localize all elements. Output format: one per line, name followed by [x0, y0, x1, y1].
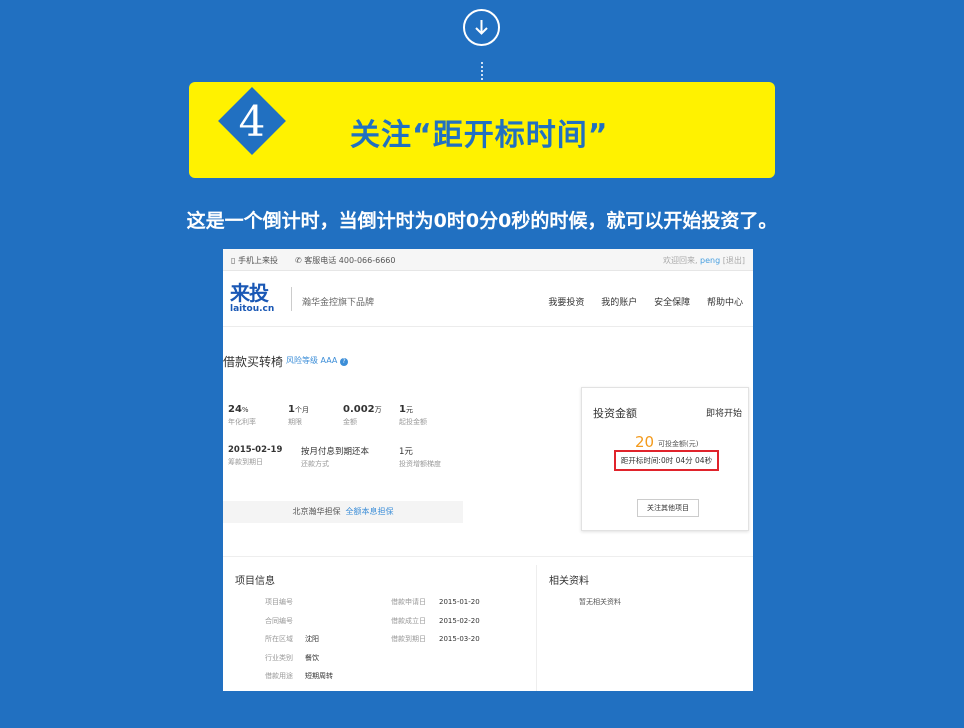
metric-value: 按月付息到期还本: [301, 447, 370, 457]
phone-icon: ▯: [231, 256, 238, 265]
instruction-text: 这是一个倒计时，当倒计时为0时0分0秒的时候，就可以开始投资了。: [186, 210, 778, 232]
metric-label: 起投金额: [399, 418, 427, 426]
project-info-panel: 项目信息 相关资料 暂无相关资料 项目编号 合同编号 所在区域 沈阳 行业类别 餐饮…: [223, 556, 753, 691]
logo[interactable]: 来投 laitou.cn: [230, 282, 290, 314]
field-project-no: 项目编号: [265, 597, 305, 607]
slogan: 瀚华金控旗下品牌: [302, 298, 375, 308]
metric-label: 投资增额梯度: [399, 460, 441, 468]
metric-label: 金额: [343, 418, 357, 426]
guarantee-type[interactable]: 全额本息担保: [346, 507, 394, 516]
field-establish-date: 借款成立日 2015-02-20: [391, 616, 480, 626]
arrow-down-icon: [475, 20, 488, 35]
invest-box: 投资金额 即将开始 20 可投金额(元) 距开标时间:0时 04分 04秒 关注…: [581, 387, 749, 531]
metric-increment: 1元 投资增额梯度: [399, 445, 441, 469]
metric-value: 1: [399, 404, 406, 415]
logo-divider: [291, 287, 292, 311]
countdown-timer: 距开标时间:0时 04分 04秒: [614, 450, 719, 471]
metric-value: 1: [288, 404, 295, 415]
metric-unit: 元: [405, 406, 413, 414]
metric-term: 1个月 期限: [288, 404, 309, 427]
hotline-label: 客服电话 400-066-6660: [304, 256, 396, 265]
main-nav: 我要投资 我的账户 安全保障 帮助中心: [534, 295, 743, 308]
metric-due-date: 2015-02-19 筹款到期日: [228, 445, 282, 467]
metric-label: 还款方式: [301, 460, 329, 468]
risk-label: 风险等级 AAA: [286, 356, 338, 365]
metric-label: 年化利率: [228, 418, 256, 426]
connector-dots: [481, 62, 483, 80]
field-apply-date: 借款申请日 2015-01-20: [391, 597, 480, 607]
metric-value: 24: [228, 404, 242, 415]
metric-unit: 万: [374, 406, 382, 414]
field-purpose: 借款用途 短期周转: [265, 671, 333, 681]
nav-invest[interactable]: 我要投资: [548, 298, 584, 308]
field-key: 借款成立日: [391, 617, 426, 625]
metric-label: 筹款到期日: [228, 458, 263, 466]
field-key: 借款用途: [265, 672, 293, 680]
project-info-title: 项目信息: [235, 576, 275, 587]
field-key: 合同编号: [265, 617, 293, 625]
metric-unit: 个月: [294, 406, 309, 414]
field-value: 沈阳: [305, 635, 319, 643]
available-amount-label: 可投金额(元): [658, 440, 699, 448]
guarantee-org: 北京瀚华担保: [292, 507, 341, 516]
metric-rate: 24% 年化利率: [228, 404, 256, 427]
field-key: 项目编号: [265, 598, 293, 606]
loan-title: 借款买转椅: [223, 355, 284, 369]
field-value: 2015-01-20: [439, 598, 480, 606]
logo-cn: 来投: [230, 281, 269, 305]
related-empty: 暂无相关资料: [579, 598, 621, 606]
top-bar: ▯ 手机上来投 ✆ 客服电话 400-066-6660 欢迎回来, peng […: [223, 249, 753, 271]
field-industry: 行业类别 餐饮: [265, 653, 319, 663]
related-title: 相关资料: [549, 576, 589, 587]
metric-unit: %: [241, 406, 249, 414]
logo-en: laitou.cn: [230, 304, 275, 314]
field-key: 借款申请日: [391, 598, 426, 606]
nav-security[interactable]: 安全保障: [654, 298, 690, 308]
metric-label: 期限: [288, 418, 302, 426]
logout-link[interactable]: [退出]: [723, 256, 745, 265]
metric-min-invest: 1元 起投金额: [399, 404, 427, 427]
header-divider: [223, 326, 753, 327]
field-value: 2015-03-20: [439, 635, 480, 643]
field-key: 借款到期日: [391, 635, 426, 643]
invest-title: 投资金额: [593, 407, 637, 420]
field-contract-no: 合同编号: [265, 616, 305, 626]
welcome: 欢迎回来, peng [退出]: [663, 255, 745, 266]
panel-divider: [536, 565, 537, 691]
headset-icon: ✆: [295, 256, 305, 265]
question-icon[interactable]: ?: [339, 358, 348, 366]
field-value: 短期周转: [305, 672, 333, 680]
welcome-label: 欢迎回来,: [662, 256, 698, 265]
mobile-label: 手机上来投: [237, 256, 278, 265]
invest-status: 即将开始: [705, 409, 742, 419]
field-key: 行业类别: [265, 654, 293, 662]
scroll-down-icon[interactable]: [463, 9, 500, 46]
nav-account[interactable]: 我的账户: [601, 298, 637, 308]
website-screenshot: ▯ 手机上来投 ✆ 客服电话 400-066-6660 欢迎回来, peng […: [223, 249, 753, 691]
nav-help[interactable]: 帮助中心: [707, 298, 743, 308]
username[interactable]: peng: [700, 256, 720, 265]
mobile-link[interactable]: ▯ 手机上来投: [231, 255, 278, 266]
available-amount: 20: [635, 433, 655, 451]
metric-value: 2015-02-19: [228, 445, 283, 455]
risk-level: 风险等级 AAA ?: [286, 355, 348, 366]
field-key: 所在区域: [265, 635, 293, 643]
metric-value: 0.002: [343, 404, 375, 415]
guarantee-bar: 北京瀚华担保 全额本息担保: [223, 501, 463, 523]
field-region: 所在区域 沈阳: [265, 634, 319, 644]
hotline: ✆ 客服电话 400-066-6660: [295, 255, 395, 266]
follow-other-projects-button[interactable]: 关注其他项目: [637, 499, 699, 517]
step-number: 4: [238, 97, 266, 146]
metric-unit: 元: [404, 447, 413, 457]
step-title: 关注“距开标时间”: [350, 118, 609, 153]
field-value: 2015-02-20: [439, 617, 480, 625]
metric-repayment: 按月付息到期还本 还款方式: [301, 445, 369, 469]
field-value: 餐饮: [305, 654, 319, 662]
metric-amount: 0.002万 金额: [343, 404, 382, 427]
field-due-date: 借款到期日 2015-03-20: [391, 634, 480, 644]
